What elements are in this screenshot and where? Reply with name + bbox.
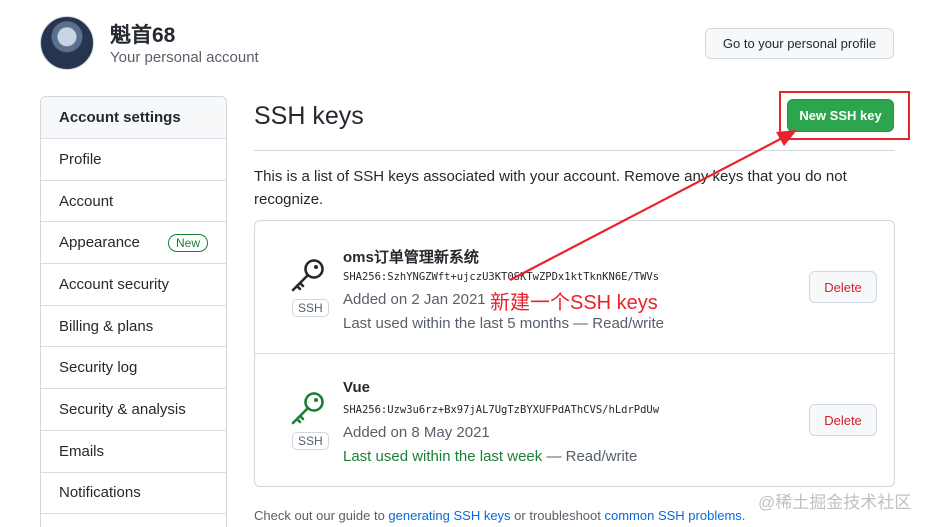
key-title: Vue (343, 379, 370, 396)
user-name: 魁首68 (110, 24, 176, 47)
ssh-type-label: SSH (292, 432, 329, 450)
ssh-keys-description: This is a list of SSH keys associated wi… (254, 168, 847, 208)
key-icon (291, 392, 324, 425)
sidebar-item-label: Profile (59, 150, 102, 168)
sidebar-item-appearance[interactable]: Appearance New (41, 222, 226, 265)
sidebar-item-label: Notifications (59, 484, 141, 502)
key-last-used: Last used within the last 5 months — Rea… (343, 315, 664, 332)
sidebar-item-label: Account security (59, 275, 170, 293)
sidebar-item-label: Account (59, 192, 114, 210)
watermark: @稀土掘金技术社区 (758, 493, 912, 512)
key-title: oms订单管理新系统 (343, 249, 479, 266)
delete-key-button[interactable]: Delete (809, 404, 877, 436)
key-fingerprint: SHA256:Uzw3u6rz+Bx97jAL7UgTzBYXUFPdAThCV… (343, 404, 660, 416)
footer-prefix: Check out our guide to (254, 508, 389, 523)
footer-help-text: Check out our guide to generating SSH ke… (254, 508, 745, 523)
key-last-used: Last used within the last week — Read/wr… (343, 448, 637, 465)
new-badge: New (167, 233, 208, 252)
ssh-type-label: SSH (292, 299, 329, 317)
sidebar-item-billing[interactable]: Billing & plans (41, 306, 226, 348)
sidebar-item-account-security[interactable]: Account security (41, 264, 226, 306)
sidebar-item-profile[interactable]: Profile (41, 139, 226, 181)
sidebar-item-account[interactable]: Account (41, 181, 226, 223)
sidebar-heading: Account settings (41, 97, 226, 139)
sidebar-item-label: Emails (59, 442, 105, 460)
key-added-date: Added on 8 May 2021 (343, 424, 490, 441)
account-type-label: Your personal account (110, 49, 259, 66)
sidebar-item-label: Billing & plans (59, 317, 154, 335)
sidebar-item-security-log[interactable]: Security log (41, 347, 226, 390)
sidebar-item-label: Appearance (59, 234, 140, 252)
sidebar-item-security-analysis[interactable]: Security & analysis (41, 389, 226, 431)
key-icon (291, 259, 324, 292)
sidebar-item-label: Security log (59, 359, 138, 377)
sidebar-item-notifications[interactable]: Notifications (41, 473, 226, 515)
avatar[interactable] (40, 16, 94, 70)
key-last-used-text: — Read/write (542, 448, 638, 465)
annotation-highlight-box (779, 91, 910, 140)
common-ssh-problems-link[interactable]: common SSH problems (605, 508, 742, 523)
divider (254, 150, 895, 151)
footer-middle: or troubleshoot (510, 508, 605, 523)
key-last-used-recent: Last used within the last week (343, 448, 543, 465)
annotation-text: 新建一个SSH keys (490, 292, 658, 314)
footer-suffix: . (741, 508, 746, 523)
generating-ssh-keys-link[interactable]: generating SSH keys (388, 508, 510, 523)
sidebar-item-emails[interactable]: Emails (41, 431, 226, 473)
ssh-keys-list: SSH oms订单管理新系统 SHA256:SzhYNGZWft+ujczU3K… (254, 220, 895, 487)
go-to-profile-button[interactable]: Go to your personal profile (705, 28, 894, 59)
sidebar-item-label: Security & analysis (59, 400, 186, 418)
key-added-date: Added on 2 Jan 2021 (343, 291, 486, 308)
page-title: SSH keys (254, 102, 364, 130)
delete-key-button[interactable]: Delete (809, 271, 877, 303)
ssh-key-row: SSH Vue SHA256:Uzw3u6rz+Bx97jAL7UgTzBYXU… (255, 354, 894, 487)
settings-sidebar: Account settings Profile Account Appeara… (40, 96, 227, 527)
key-last-used-text: Last used within the last 5 months — Rea… (343, 315, 664, 332)
key-fingerprint: SHA256:SzhYNGZWft+ujczU3KT0SKTwZPDx1ktTk… (343, 271, 660, 283)
